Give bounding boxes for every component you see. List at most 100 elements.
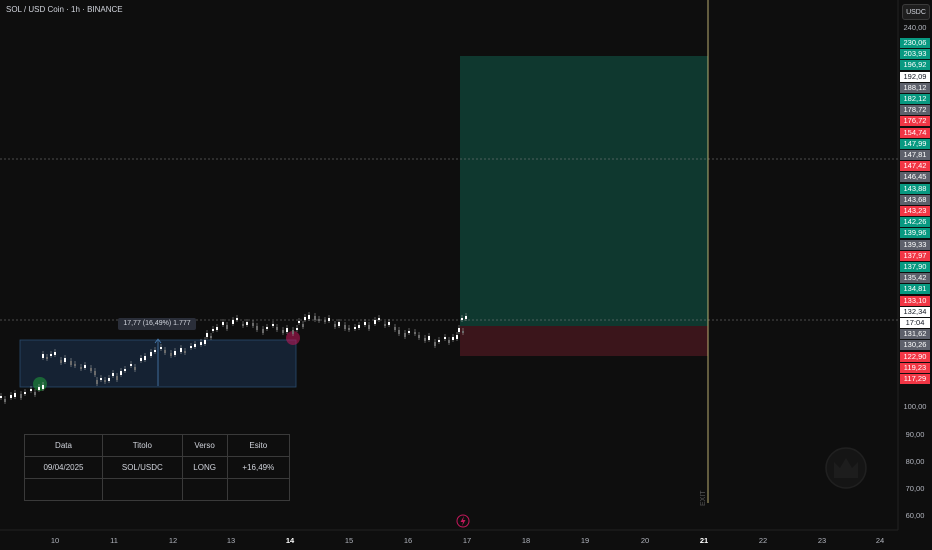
candle-body xyxy=(462,331,464,333)
candle-body xyxy=(328,318,330,321)
table-cell-result: +16,49% xyxy=(226,456,291,479)
table-cell-symbol: SOL/USDC xyxy=(102,456,183,479)
candle-body xyxy=(150,352,152,356)
candle-body xyxy=(130,364,132,366)
candle-body xyxy=(144,356,146,360)
candle-body xyxy=(160,347,162,349)
candle-body xyxy=(461,318,463,320)
candle-body xyxy=(42,354,44,358)
price-label: 130,26 xyxy=(900,340,930,351)
candle-body xyxy=(444,337,446,339)
price-label: 143,68 xyxy=(900,194,930,205)
candle-body xyxy=(308,315,310,319)
long-position-profit-zone[interactable] xyxy=(460,56,708,326)
candle-body xyxy=(358,325,360,328)
candle-body xyxy=(104,380,106,382)
price-label: 17:04 xyxy=(900,318,930,328)
price-axis-label: 100,00 xyxy=(903,402,927,411)
candle-body xyxy=(408,331,410,333)
price-label: 143,88 xyxy=(900,183,930,194)
price-axis-label: 80,00 xyxy=(905,457,925,466)
candle-body xyxy=(226,325,228,329)
price-label: 230,06 xyxy=(900,38,930,48)
price-label: 203,93 xyxy=(900,49,930,60)
long-position-loss-zone[interactable] xyxy=(460,326,708,356)
price-label: 117,29 xyxy=(900,374,930,384)
candle-body xyxy=(364,322,366,325)
time-axis-label: 19 xyxy=(580,536,590,545)
candle-body xyxy=(272,324,274,326)
candle-body xyxy=(164,350,166,353)
price-label: 147,81 xyxy=(900,150,930,160)
price-label: 137,97 xyxy=(900,250,930,261)
candle-body xyxy=(418,335,420,338)
price-label: 176,72 xyxy=(900,116,930,127)
time-axis-label: 12 xyxy=(168,536,178,545)
time-axis-label: 24 xyxy=(875,536,885,545)
time-axis-label: 22 xyxy=(758,536,768,545)
table-row: 09/04/2025 SOL/USDC LONG +16,49% xyxy=(24,456,291,479)
candle-body xyxy=(184,351,186,353)
candle-body xyxy=(20,394,22,398)
candle-body xyxy=(14,393,16,397)
price-label: 143,23 xyxy=(900,206,930,216)
symbol-title[interactable]: SOL / USD Coin · 1h · BINANCE xyxy=(6,5,123,14)
candle-body xyxy=(42,385,44,389)
candle-body xyxy=(314,316,316,320)
table-header-row: Data Titolo Verso Esito xyxy=(24,434,291,457)
candle-body xyxy=(210,336,212,338)
price-label: 196,92 xyxy=(900,60,930,71)
candle-body xyxy=(124,369,126,371)
table-header-cell: Data xyxy=(24,434,103,457)
candle-body xyxy=(394,327,396,330)
candle-body xyxy=(112,373,114,376)
currency-scale-badge[interactable]: USDC xyxy=(902,4,930,20)
candle-body xyxy=(74,364,76,366)
candle-body xyxy=(154,350,156,352)
price-label: 139,33 xyxy=(900,239,930,250)
chart-area[interactable]: SOL / USD Coin · 1h · BINANCE USDC 240,0… xyxy=(0,0,932,550)
candle-body xyxy=(302,324,304,327)
time-axis-label: 11 xyxy=(110,536,118,545)
candle-body xyxy=(286,328,288,332)
time-axis-label: 23 xyxy=(817,536,827,545)
candle-body xyxy=(140,358,142,361)
table-cell-date: 09/04/2025 xyxy=(24,456,103,479)
price-label: 137,90 xyxy=(900,262,930,272)
candle-body xyxy=(212,329,214,331)
candle-body xyxy=(276,327,278,330)
candle-body xyxy=(384,324,386,326)
candle-body xyxy=(256,326,258,330)
price-label: 178,72 xyxy=(900,105,930,116)
candle-body xyxy=(96,380,98,384)
lightning-icon[interactable] xyxy=(456,514,470,528)
table-cell-direction: LONG xyxy=(181,456,228,479)
table-header-cell: Verso xyxy=(181,434,228,457)
time-axis-label: 18 xyxy=(521,536,531,545)
candle-body xyxy=(434,342,436,346)
candle-body xyxy=(354,327,356,329)
candle-body xyxy=(180,348,182,352)
table-header-cell: Esito xyxy=(226,434,291,457)
candle-body xyxy=(388,322,390,325)
candle-body xyxy=(456,335,458,339)
candle-body xyxy=(206,333,208,337)
candle-body xyxy=(70,361,72,365)
time-axis-label: 16 xyxy=(403,536,413,545)
price-label: 135,42 xyxy=(900,273,930,284)
candle-body xyxy=(414,332,416,334)
candle-body xyxy=(90,368,92,371)
candle-body xyxy=(262,329,264,333)
time-axis-label: 14 xyxy=(285,536,295,545)
candle-body xyxy=(428,336,430,340)
price-label: 154,74 xyxy=(900,127,930,138)
candle-body xyxy=(120,371,122,375)
candle-body xyxy=(324,320,326,322)
price-label: 146,45 xyxy=(900,172,930,183)
time-axis-label: 17 xyxy=(462,536,472,545)
candle-body xyxy=(448,340,450,343)
candle-body xyxy=(296,328,298,330)
price-label: 147,99 xyxy=(900,138,930,149)
candle-body xyxy=(100,378,102,380)
candle-body xyxy=(204,340,206,344)
